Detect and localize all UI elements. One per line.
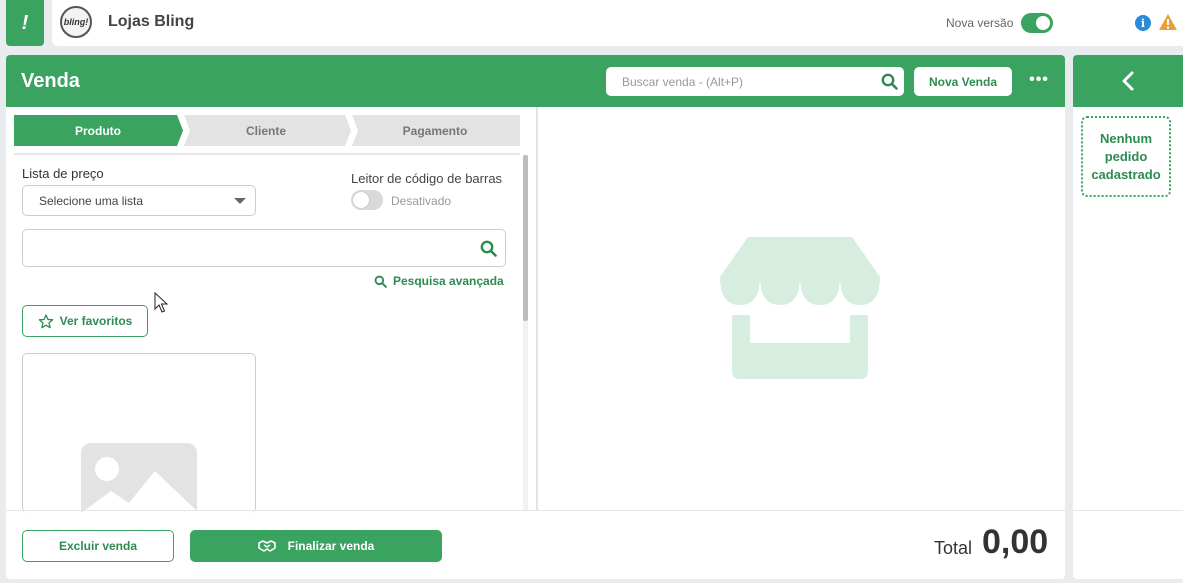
divider — [14, 153, 520, 155]
scrollbar-thumb[interactable] — [523, 155, 528, 321]
image-placeholder-icon — [81, 443, 197, 513]
search-icon — [374, 275, 387, 288]
caret-down-icon — [234, 198, 246, 204]
orders-panel: Nenhum pedido cadastrado — [1073, 55, 1183, 579]
product-search-input[interactable] — [23, 230, 463, 266]
finish-sale-label: Finalizar venda — [287, 539, 375, 553]
step-cliente[interactable]: Cliente — [182, 115, 350, 146]
favorites-button[interactable]: Ver favoritos — [22, 305, 148, 337]
barcode-label: Leitor de código de barras — [351, 171, 503, 186]
step-label: Produto — [75, 123, 121, 138]
advanced-search-label: Pesquisa avançada — [393, 274, 504, 288]
step-label: Pagamento — [402, 123, 468, 138]
total-label: Total — [934, 538, 973, 558]
finish-sale-button[interactable]: Finalizar venda — [190, 530, 442, 562]
new-version-toggle[interactable] — [1021, 13, 1053, 33]
company-name: Lojas Bling — [108, 13, 195, 30]
chevron-left-icon[interactable] — [1121, 71, 1135, 91]
product-card[interactable] — [22, 353, 256, 513]
orders-panel-header — [1073, 55, 1183, 107]
product-search — [22, 229, 506, 267]
price-list-value: Selecione uma lista — [39, 194, 144, 208]
more-icon[interactable]: ••• — [1028, 71, 1050, 91]
new-sale-button[interactable]: Nova Venda — [914, 67, 1012, 96]
warning-icon[interactable] — [1158, 13, 1178, 31]
footer-divider — [6, 510, 1065, 511]
new-version-label: Nova versão — [946, 16, 1014, 30]
checkout-stepper: Produto Cliente Pagamento — [14, 115, 520, 146]
barcode-status: Desativado — [391, 194, 452, 208]
favorites-label: Ver favoritos — [59, 314, 133, 328]
footer-divider — [1073, 510, 1183, 511]
handshake-icon — [257, 540, 276, 552]
sale-panel: Venda Nova Venda ••• Produto Cliente Pag… — [6, 55, 1065, 579]
total-value: 0,00 — [982, 523, 1049, 561]
company-logo: bling! — [60, 6, 92, 38]
barcode-toggle[interactable] — [351, 190, 383, 210]
sale-search-input[interactable] — [606, 67, 876, 96]
search-icon[interactable] — [881, 73, 898, 90]
sale-search — [606, 67, 904, 96]
store-icon — [720, 237, 880, 379]
info-icon[interactable]: i — [1135, 15, 1151, 31]
page-title: Venda — [21, 70, 80, 92]
delete-sale-button[interactable]: Excluir venda — [22, 530, 174, 562]
step-pagamento[interactable]: Pagamento — [350, 115, 520, 146]
advanced-search-link[interactable]: Pesquisa avançada — [374, 274, 504, 288]
price-list-label: Lista de preço — [22, 166, 104, 181]
star-icon — [38, 313, 53, 328]
price-list-select[interactable]: Selecione uma lista — [22, 185, 256, 216]
empty-orders-message: Nenhum pedido cadastrado — [1081, 116, 1171, 197]
mouse-cursor-icon — [154, 292, 168, 313]
search-icon[interactable] — [480, 240, 497, 257]
step-label: Cliente — [245, 123, 286, 138]
app-logo-icon[interactable]: ! — [6, 0, 44, 46]
top-bar: ! bling! Lojas Bling Nova versão i — [0, 0, 1183, 48]
step-produto[interactable]: Produto — [14, 115, 182, 146]
sale-header: Venda Nova Venda ••• — [6, 55, 1065, 107]
